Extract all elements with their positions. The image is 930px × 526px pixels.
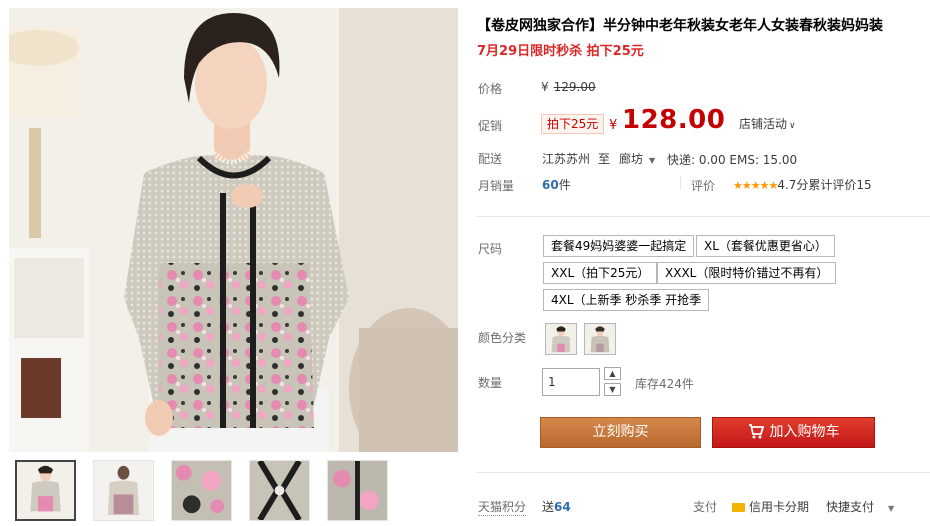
thumbnail-4[interactable]	[249, 460, 310, 521]
rating-stars-icon: ★★★★★	[733, 179, 778, 192]
buy-now-button[interactable]: 立刻购买	[540, 417, 701, 448]
monthly-sales-unit: 件	[558, 178, 571, 192]
ship-to-city: 廊坊	[619, 152, 644, 166]
points-value: 64	[554, 500, 571, 514]
product-photo	[9, 8, 458, 452]
promo-yen-symbol: ¥	[609, 118, 618, 133]
shop-activity-label: 店铺活动	[739, 117, 788, 131]
size-option-4[interactable]: XXXL（限时特价错过不再有）	[657, 262, 837, 284]
promo-price: 128.00	[622, 105, 726, 135]
tmall-points: 送64	[542, 498, 571, 515]
ship-from: 江苏苏州	[542, 152, 591, 166]
size-label: 尺码	[478, 242, 503, 256]
thumbnail-5[interactable]	[327, 460, 388, 521]
product-subtitle: 7月29日限时秒杀 拍下25元	[477, 44, 644, 59]
tmall-points-label[interactable]: 天猫积分	[478, 498, 527, 516]
promo-label: 促销	[478, 119, 503, 133]
points-prefix: 送	[542, 500, 555, 514]
caret-down-icon: ▼	[649, 156, 656, 165]
product-title: 【卷皮网独家合作】半分钟中老年秋装女老年人女装春秋装妈妈装	[477, 18, 883, 34]
monthly-sales-label: 月销量	[478, 179, 515, 193]
cart-icon	[748, 424, 764, 439]
size-option-2[interactable]: XL（套餐优惠更省心）	[696, 235, 835, 257]
color-label: 颜色分类	[478, 331, 527, 345]
buy-now-label: 立刻购买	[592, 424, 649, 440]
quick-pay[interactable]: 快捷支付 ▼	[826, 498, 894, 515]
size-option-3[interactable]: XXL（拍下25元）	[543, 262, 658, 284]
shipping-label: 配送	[478, 152, 503, 166]
thumbnail-1[interactable]	[15, 460, 76, 521]
color-option-2[interactable]	[584, 323, 616, 355]
thumbnail-2[interactable]	[93, 460, 154, 521]
price-label: 价格	[478, 82, 503, 96]
section-divider	[477, 216, 930, 217]
sales-divider	[680, 176, 681, 190]
credit-installment[interactable]: 信用卡分期	[732, 498, 809, 515]
quantity-increase-button[interactable]: ▲	[604, 367, 621, 380]
shop-activity-dropdown[interactable]: 店铺活动 ∨	[739, 115, 796, 132]
size-option-1[interactable]: 套餐49妈妈婆婆一起搞定	[543, 235, 695, 257]
chevron-down-icon: ∨	[789, 121, 796, 131]
stock-count: 库存424件	[635, 377, 694, 391]
size-option-5[interactable]: 4XL（上新季 秒杀季 开抢季	[543, 289, 710, 311]
credit-installment-label: 信用卡分期	[749, 500, 810, 514]
credit-card-icon	[732, 503, 745, 512]
quantity-input[interactable]	[542, 368, 600, 396]
payment-label: 支付	[693, 500, 718, 514]
yen-symbol: ¥	[541, 80, 549, 94]
monthly-sales-count: 60	[542, 178, 559, 192]
original-price: ¥129.00	[541, 80, 596, 94]
ship-to-selector[interactable]: 廊坊 ▼	[619, 150, 655, 167]
quick-pay-label: 快捷支付	[826, 500, 875, 514]
review-count: 累计评价15	[808, 178, 872, 192]
footer-divider	[477, 472, 930, 473]
monthly-sales: 60件	[542, 176, 571, 193]
add-to-cart-button[interactable]: 加入购物车	[712, 417, 875, 448]
promo-tag: 拍下25元	[541, 114, 605, 134]
shipping-cost: 快递: 0.00 EMS: 15.00	[667, 153, 798, 167]
ship-to-word: 至	[598, 152, 611, 166]
add-to-cart-label: 加入购物车	[769, 424, 840, 440]
caret-down-icon: ▼	[888, 504, 895, 513]
original-price-value: 129.00	[553, 80, 596, 94]
arrow-up-icon: ▲	[609, 369, 616, 378]
quantity-decrease-button[interactable]: ▼	[604, 383, 621, 396]
main-product-image[interactable]	[9, 8, 458, 452]
thumbnail-3[interactable]	[171, 460, 232, 521]
rating-label: 评价	[691, 179, 716, 193]
thumbnail-strip	[15, 460, 388, 521]
rating-score: 4.7分	[777, 178, 809, 192]
arrow-down-icon: ▼	[609, 385, 616, 394]
color-option-1[interactable]	[545, 323, 577, 355]
quantity-label: 数量	[478, 376, 503, 390]
rating-summary[interactable]: ★★★★★4.7分累计评价15	[733, 176, 872, 193]
